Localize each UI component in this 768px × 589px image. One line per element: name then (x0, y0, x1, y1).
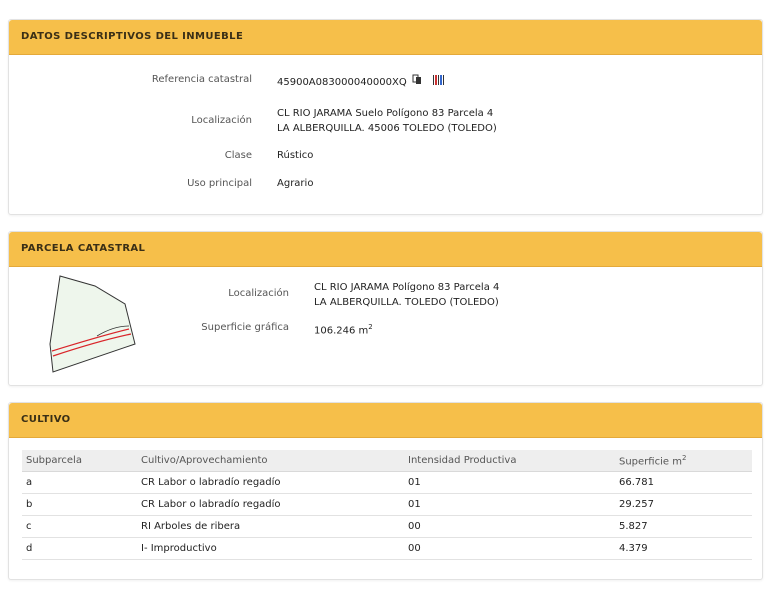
table-row: b CR Labor o labradío regadío 01 29.257 (22, 493, 752, 516)
loc-value: CL RIO JARAMA Suelo Polígono 83 Parcela … (277, 106, 497, 136)
use-label: Uso principal (187, 178, 252, 189)
crops-panel: CULTIVO Subparcela Cultivo/Aprovechamien… (8, 402, 763, 580)
table-row: a CR Labor o labradío regadío 01 66.781 (22, 471, 752, 494)
cell-intensidad: 01 (404, 493, 615, 516)
table-row: c RI Arboles de ribera 00 5.827 (22, 515, 752, 538)
ref-value-text[interactable]: 45900A083000040000XQ (277, 77, 407, 88)
parcel-panel: PARCELA CATASTRAL Localización CL RIO JA… (8, 231, 763, 386)
col-superficie-sup: 2 (681, 453, 687, 462)
parcel-loc-label: Localización (228, 288, 289, 299)
descriptive-panel: DATOS DESCRIPTIVOS DEL INMUEBLE Referenc… (8, 19, 763, 215)
surface-value: 106.246 m2 (314, 320, 373, 338)
surface-number: 106.246 m (314, 325, 369, 337)
crops-table: Subparcela Cultivo/Aprovechamiento Inten… (22, 450, 752, 560)
cell-intensidad: 00 (404, 537, 615, 560)
use-value: Agrario (277, 178, 314, 189)
barcode-icon[interactable] (433, 74, 445, 90)
cell-superficie: 5.827 (615, 515, 752, 538)
ref-value: 45900A083000040000XQ (277, 74, 445, 90)
cell-superficie: 4.379 (615, 537, 752, 560)
col-superficie: Superficie m2 (615, 450, 752, 472)
col-intensidad: Intensidad Productiva (404, 450, 615, 472)
cell-superficie: 66.781 (615, 471, 752, 494)
col-cultivo: Cultivo/Aprovechamiento (137, 450, 404, 472)
descriptive-panel-title: DATOS DESCRIPTIVOS DEL INMUEBLE (9, 20, 762, 55)
cell-subparcela: b (22, 493, 137, 516)
cell-subparcela: c (22, 515, 137, 538)
parcel-loc-line2: LA ALBERQUILLA. TOLEDO (TOLEDO) (314, 297, 499, 308)
cell-subparcela: d (22, 537, 137, 560)
cell-cultivo: RI Arboles de ribera (137, 515, 404, 538)
ref-label: Referencia catastral (151, 74, 252, 85)
surface-unit-sup: 2 (368, 323, 373, 331)
crops-table-header: Subparcela Cultivo/Aprovechamiento Inten… (22, 450, 752, 472)
parcel-loc-line1: CL RIO JARAMA Polígono 83 Parcela 4 (314, 282, 500, 293)
table-row: d I- Improductivo 00 4.379 (22, 537, 752, 560)
loc-line2: LA ALBERQUILLA. 45006 TOLEDO (TOLEDO) (277, 123, 497, 134)
cell-intensidad: 00 (404, 515, 615, 538)
crops-panel-title: CULTIVO (9, 403, 762, 438)
class-value: Rústico (277, 150, 314, 161)
loc-line1: CL RIO JARAMA Suelo Polígono 83 Parcela … (277, 108, 494, 119)
parcel-map[interactable] (45, 274, 145, 374)
cell-subparcela: a (22, 471, 137, 494)
copy-icon[interactable] (412, 74, 422, 90)
surface-label: Superficie gráfica (201, 322, 289, 333)
col-superficie-label: Superficie m (619, 456, 682, 468)
cell-intensidad: 01 (404, 471, 615, 494)
parcel-loc-value: CL RIO JARAMA Polígono 83 Parcela 4 LA A… (314, 280, 499, 310)
cell-cultivo: CR Labor o labradío regadío (137, 471, 404, 494)
class-label: Clase (224, 150, 252, 161)
parcel-panel-title: PARCELA CATASTRAL (9, 232, 762, 267)
col-subparcela: Subparcela (22, 450, 137, 472)
cell-cultivo: I- Improductivo (137, 537, 404, 560)
cell-superficie: 29.257 (615, 493, 752, 516)
loc-label: Localización (191, 115, 252, 126)
cell-cultivo: CR Labor o labradío regadío (137, 493, 404, 516)
